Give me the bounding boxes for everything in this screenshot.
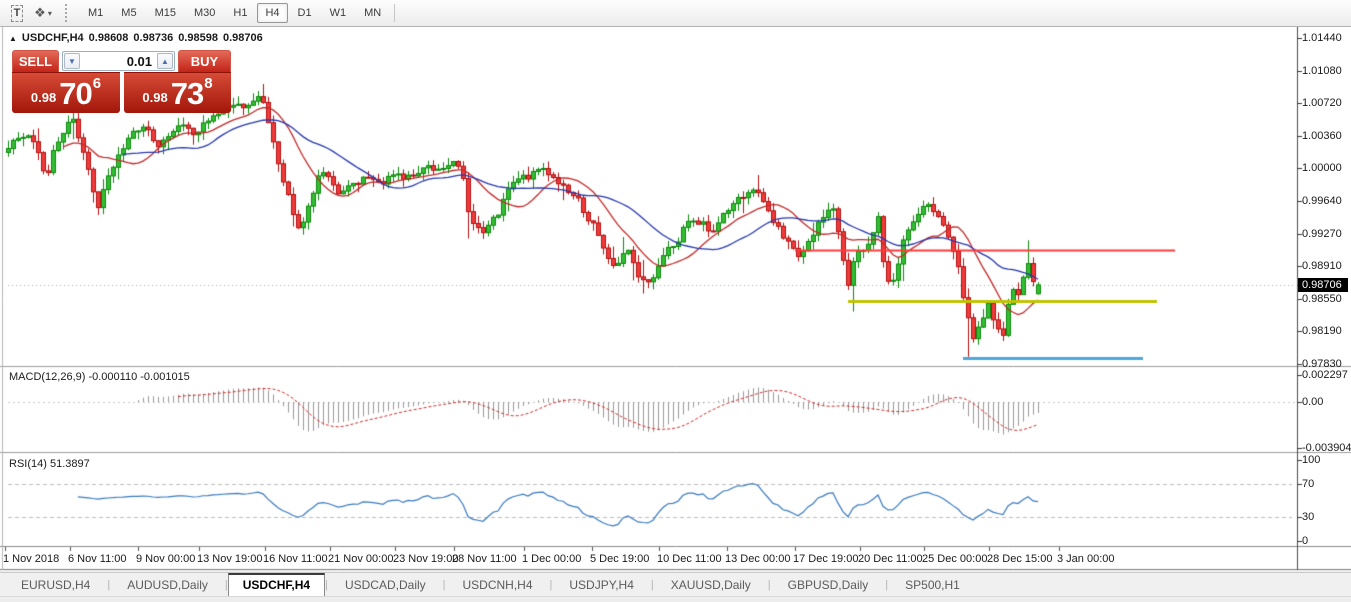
timeframe-d1-button[interactable]: D1 xyxy=(290,3,320,23)
buy-price-big: 73 xyxy=(171,78,203,110)
volume-stepper: ▼ ▲ xyxy=(62,51,175,71)
timeframe-h1-button[interactable]: H1 xyxy=(225,3,255,23)
time-scale-label: 28 Dec 15:00 xyxy=(987,553,1052,565)
symbol-label: USDCHF,H4 xyxy=(22,32,84,44)
current-price-badge: 0.98706 xyxy=(1298,278,1348,292)
rsi-indicator-label: RSI(14) 51.3897 xyxy=(9,458,90,470)
buy-price-button[interactable]: 0.98 73 8 xyxy=(124,72,231,113)
price-scale-label: 0.98190 xyxy=(1302,325,1342,337)
timeframe-mn-button[interactable]: MN xyxy=(356,3,389,23)
price-scale-label: 0.98910 xyxy=(1302,260,1342,272)
text-tool-icon: T xyxy=(11,5,23,22)
ohlc-open: 0.98608 xyxy=(89,32,129,44)
time-scale-label: 1 Dec 00:00 xyxy=(522,553,581,565)
time-scale-label: 1 Nov 2018 xyxy=(3,553,59,565)
price-scale-label: 1.00720 xyxy=(1302,97,1342,109)
chevron-down-icon: ▾ xyxy=(48,9,52,18)
price-scale-label: 1.00360 xyxy=(1302,130,1342,142)
time-scale-label: 17 Dec 19:00 xyxy=(793,553,858,565)
time-scale-label: 10 Dec 11:00 xyxy=(657,553,722,565)
time-scale-label: 13 Nov 19:00 xyxy=(197,553,262,565)
time-scale-label: 23 Nov 19:00 xyxy=(393,553,458,565)
price-scale-label: 0.99640 xyxy=(1302,195,1342,207)
rsi-scale-label: 0 xyxy=(1302,535,1308,547)
rsi-scale-label: 70 xyxy=(1302,478,1314,490)
ohlc-close: 0.98706 xyxy=(223,32,263,44)
time-scale-label: 16 Nov 11:00 xyxy=(263,553,328,565)
timeframe-m15-button[interactable]: M15 xyxy=(147,3,184,23)
buy-price-pip: 8 xyxy=(204,75,212,92)
buy-button[interactable]: BUY xyxy=(178,50,231,72)
time-scale-label: 13 Dec 00:00 xyxy=(725,553,790,565)
sell-price-big: 70 xyxy=(59,78,91,110)
toolbar-separator xyxy=(394,4,395,22)
sell-price-base: 0.98 xyxy=(31,90,56,105)
volume-input[interactable] xyxy=(81,54,156,69)
chart-tab-gbpusd-daily[interactable]: GBPUSD,Daily xyxy=(771,575,886,595)
timeframe-button-group: M1M5M15M30H1H4D1W1MN xyxy=(79,3,390,23)
toolbar: T ❖ ▾ M1M5M15M30H1H4D1W1MN xyxy=(0,0,1351,27)
rsi-scale-label: 100 xyxy=(1302,454,1320,466)
chart-tab-usdchf-h4[interactable]: USDCHF,H4 xyxy=(228,573,325,597)
toolbar-grip xyxy=(65,4,73,22)
time-scale-label: 28 Nov 11:00 xyxy=(452,553,517,565)
chart-tab-usdjpy-h4[interactable]: USDJPY,H4 xyxy=(552,575,650,595)
ohlc-high: 0.98736 xyxy=(133,32,173,44)
time-scale-label: 6 Nov 11:00 xyxy=(68,553,127,565)
time-scale-label: 21 Nov 00:00 xyxy=(328,553,393,565)
price-scale-label: 0.98550 xyxy=(1302,293,1342,305)
chart-window: ▲ USDCHF,H4 0.98608 0.98736 0.98598 0.98… xyxy=(0,27,1351,572)
price-scale-label: 1.00000 xyxy=(1302,162,1342,174)
timeframe-m30-button[interactable]: M30 xyxy=(186,3,223,23)
macd-scale-label: -0.003904 xyxy=(1302,442,1351,454)
time-scale-label: 5 Dec 19:00 xyxy=(590,553,649,565)
objects-tool-button[interactable]: ❖ ▾ xyxy=(31,2,55,24)
timeframe-w1-button[interactable]: W1 xyxy=(322,3,355,23)
text-tool-button[interactable]: T xyxy=(5,2,29,24)
terminal-window: T ❖ ▾ M1M5M15M30H1H4D1W1MN ▲ USDCHF,H4 0… xyxy=(0,0,1351,602)
macd-indicator-label: MACD(12,26,9) -0.000110 -0.001015 xyxy=(9,371,190,383)
sell-price-pip: 6 xyxy=(93,75,101,92)
rsi-scale-label: 30 xyxy=(1302,511,1314,523)
chart-tab-usdcad-daily[interactable]: USDCAD,Daily xyxy=(328,575,443,595)
chart-tab-eurusd-h4[interactable]: EURUSD,H4 xyxy=(4,575,107,595)
objects-arrows-icon: ❖ xyxy=(34,5,46,21)
time-scale-label: 25 Dec 00:00 xyxy=(922,553,987,565)
price-scale-label: 0.99270 xyxy=(1302,228,1342,240)
macd-scale-label: 0.00 xyxy=(1302,396,1323,408)
one-click-trading-panel: SELL ▼ ▲ BUY 0.98 70 6 0.98 73 8 xyxy=(12,50,231,113)
chart-tab-xauusd-daily[interactable]: XAUUSD,Daily xyxy=(654,575,768,595)
timeframe-m1-button[interactable]: M1 xyxy=(80,3,111,23)
chart-tab-sp500-h1[interactable]: SP500,H1 xyxy=(888,575,977,595)
ohlc-low: 0.98598 xyxy=(178,32,218,44)
sell-button[interactable]: SELL xyxy=(12,50,59,72)
status-strip xyxy=(0,596,1351,602)
timeframe-m5-button[interactable]: M5 xyxy=(113,3,144,23)
sell-price-button[interactable]: 0.98 70 6 xyxy=(12,72,120,113)
price-scale-label: 1.01080 xyxy=(1302,65,1342,77)
chart-tab-audusd-daily[interactable]: AUDUSD,Daily xyxy=(110,575,225,595)
chart-title: ▲ USDCHF,H4 0.98608 0.98736 0.98598 0.98… xyxy=(9,32,263,44)
buy-price-base: 0.98 xyxy=(142,90,167,105)
price-scale-label: 1.01440 xyxy=(1302,32,1342,44)
chart-tab-bar: EURUSD,H4|AUDUSD,Daily|USDCHF,H4|USDCAD,… xyxy=(0,572,1351,596)
volume-decrease-button[interactable]: ▼ xyxy=(64,53,80,69)
macd-scale-label: 0.002297 xyxy=(1302,369,1348,381)
collapse-marker-icon: ▲ xyxy=(9,34,17,43)
time-scale-label: 20 Dec 11:00 xyxy=(858,553,923,565)
time-scale-label: 9 Nov 00:00 xyxy=(136,553,195,565)
timeframe-h4-button[interactable]: H4 xyxy=(257,3,287,23)
time-scale-label: 3 Jan 00:00 xyxy=(1057,553,1115,565)
chart-tab-usdcnh-h4[interactable]: USDCNH,H4 xyxy=(446,575,550,595)
volume-increase-button[interactable]: ▲ xyxy=(157,53,173,69)
